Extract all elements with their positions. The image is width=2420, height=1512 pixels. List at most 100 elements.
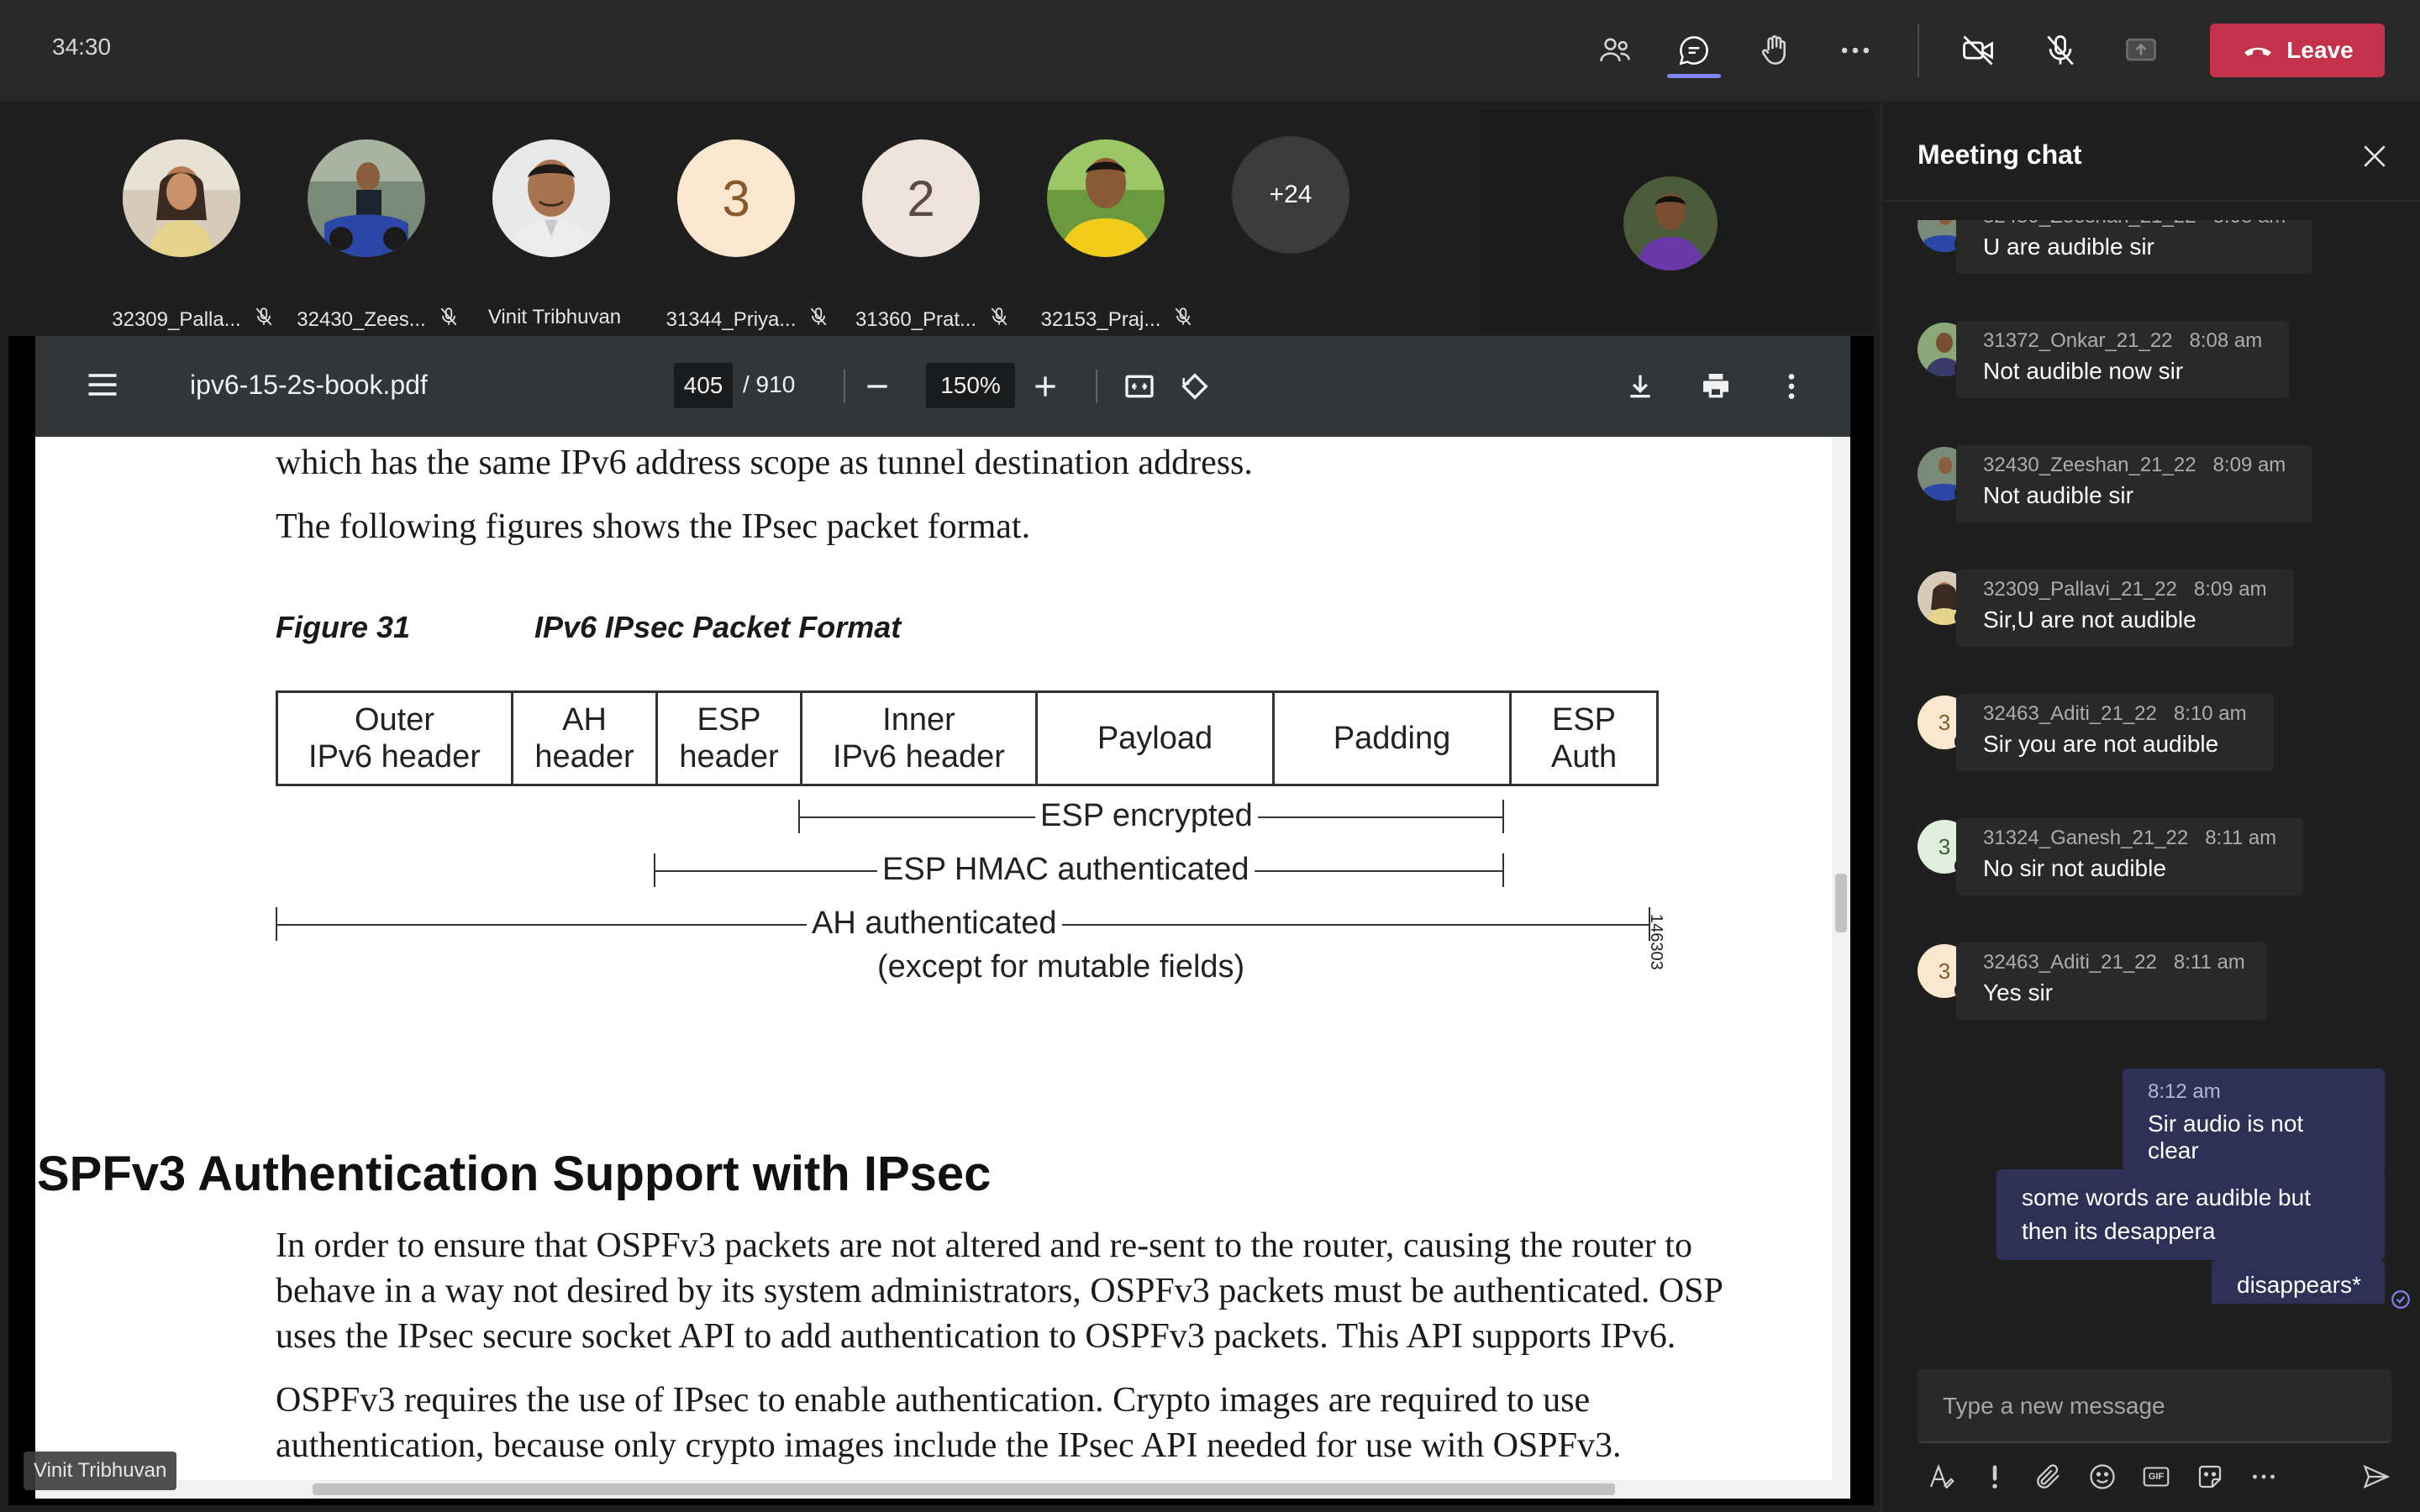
message-text: Sir audio is not clear bbox=[2148, 1110, 2304, 1163]
toolbar-divider bbox=[844, 370, 845, 403]
zoom-level[interactable]: 150% bbox=[926, 363, 1015, 408]
figure-id: 146303 bbox=[1647, 914, 1665, 970]
chat-title: Meeting chat bbox=[1918, 139, 2082, 170]
message-time: 8:11 am bbox=[2205, 827, 2277, 849]
fit-page-icon[interactable] bbox=[1119, 366, 1160, 407]
participant-tile[interactable]: 32309_Palla... bbox=[92, 139, 277, 331]
chat-active-indicator bbox=[1667, 74, 1721, 78]
toolbar-divider bbox=[1096, 370, 1097, 403]
message-bubble[interactable]: 32463_Aditi_21_22 8:11 am Yes sir bbox=[1956, 942, 2267, 1020]
message-time: 8:12 am bbox=[2148, 1080, 2221, 1103]
emoji-icon[interactable] bbox=[2086, 1460, 2119, 1494]
self-view bbox=[1479, 109, 1874, 333]
compose-toolbar: GIF bbox=[1918, 1455, 2405, 1499]
compose-box bbox=[1918, 1369, 2391, 1443]
pdf-toolbar: ipv6-15-2s-book.pdf 405 / 910 150% bbox=[35, 336, 1850, 437]
leave-label: Leave bbox=[2286, 37, 2354, 63]
mic-muted-icon bbox=[253, 306, 275, 333]
gif-icon[interactable]: GIF bbox=[2139, 1460, 2173, 1494]
participant-tile[interactable]: 32430_Zees... bbox=[277, 139, 462, 331]
sticker-icon[interactable] bbox=[2193, 1460, 2227, 1494]
send-icon[interactable] bbox=[2360, 1460, 2393, 1494]
rotate-icon[interactable] bbox=[1175, 366, 1215, 407]
more-options-icon[interactable] bbox=[2247, 1460, 2281, 1494]
scrollbar-thumb[interactable] bbox=[1835, 874, 1847, 932]
zoom-in-icon[interactable] bbox=[1025, 366, 1065, 407]
more-options-icon[interactable] bbox=[1771, 366, 1812, 407]
people-icon[interactable] bbox=[1590, 25, 1640, 76]
avatar: 3 bbox=[677, 139, 795, 257]
participant-name: 31360_Prat... bbox=[855, 307, 977, 331]
message-time: 8:09 am bbox=[2193, 578, 2267, 601]
raise-hand-icon[interactable] bbox=[1749, 25, 1800, 76]
mic-muted-icon bbox=[438, 306, 460, 333]
participant-name: 32153_Praj... bbox=[1040, 307, 1161, 331]
attach-icon[interactable] bbox=[2032, 1460, 2065, 1494]
message-bubble[interactable]: 32463_Aditi_21_22 8:10 am Sir you are not… bbox=[1956, 694, 2274, 771]
avatar bbox=[1047, 139, 1165, 257]
presenter-name-tag: Vinit Tribhuvan bbox=[24, 1452, 177, 1490]
important-icon[interactable] bbox=[1978, 1460, 2012, 1494]
format-icon[interactable] bbox=[1924, 1460, 1958, 1494]
message-bubble[interactable]: 31372_Onkar_21_22 8:08 am Not audible now… bbox=[1956, 321, 2290, 398]
participant-tile[interactable]: 32153_Praj... bbox=[1017, 139, 1202, 331]
leave-button[interactable]: Leave bbox=[2210, 24, 2385, 77]
message-text: U are audible sir bbox=[1983, 234, 2154, 260]
zoom-out-icon[interactable] bbox=[857, 366, 897, 407]
participant-tile[interactable]: 2 31360_Prat... bbox=[832, 139, 1017, 331]
divider bbox=[1882, 200, 2420, 202]
my-message[interactable]: 8:12 am Sir audio is not clear bbox=[2123, 1068, 2385, 1176]
packet-cell: AH header bbox=[513, 693, 658, 784]
close-icon[interactable] bbox=[2358, 139, 2391, 173]
meeting-timer: 34:30 bbox=[52, 34, 112, 60]
message-bubble[interactable]: 32430_Zeeshan_21_22 8:08 am U are audible… bbox=[1956, 220, 2313, 274]
sender-name: 31372_Onkar_21_22 bbox=[1983, 329, 2173, 352]
print-icon[interactable] bbox=[1696, 366, 1736, 407]
mic-muted-icon bbox=[988, 306, 1010, 333]
scrollbar-thumb[interactable] bbox=[313, 1483, 1615, 1495]
message-bubble[interactable]: 32430_Zeeshan_21_22 8:09 am Not audible s… bbox=[1956, 445, 2313, 522]
paragraph-line: OSPFv3 requires the use of IPsec to enab… bbox=[276, 1381, 1591, 1420]
menu-icon[interactable] bbox=[84, 366, 121, 403]
participant-tile[interactable]: Vinit Tribhuvan bbox=[462, 139, 647, 328]
chat-icon[interactable] bbox=[1669, 25, 1719, 76]
download-icon[interactable] bbox=[1620, 366, 1660, 407]
my-message[interactable]: some words are audible but then its desa… bbox=[1996, 1169, 2385, 1260]
pdf-page: which has the same IPv6 address scope as… bbox=[35, 437, 1850, 1480]
avatar bbox=[1623, 176, 1718, 270]
chat-panel: Meeting chat 32430_Zeeshan_21_22 8:08 am … bbox=[1881, 102, 2420, 1512]
page-total: / 910 bbox=[743, 371, 796, 397]
mic-off-icon[interactable] bbox=[2035, 25, 2086, 76]
paragraph-line: The following figures shows the IPsec pa… bbox=[276, 507, 1031, 546]
message-bubble[interactable]: 31324_Ganesh_21_22 8:11 am No sir not aud… bbox=[1956, 818, 2304, 895]
page-number-input[interactable]: 405 bbox=[674, 363, 733, 408]
message-time: 8:09 am bbox=[2212, 454, 2286, 476]
camera-off-icon[interactable] bbox=[1953, 25, 2003, 76]
sender-name: 31324_Ganesh_21_22 bbox=[1983, 827, 2189, 849]
avatar bbox=[123, 139, 240, 257]
paragraph-line: uses the IPsec secure socket API to add … bbox=[276, 1317, 1676, 1356]
more-actions-icon[interactable] bbox=[1830, 25, 1881, 76]
packet-cell: Outer IPv6 header bbox=[278, 693, 513, 784]
gif-label: GIF bbox=[2148, 1472, 2165, 1482]
avatar bbox=[308, 139, 425, 257]
pdf-vertical-scrollbar[interactable] bbox=[1832, 437, 1850, 1480]
participant-name: 32309_Palla... bbox=[112, 307, 241, 331]
my-message[interactable]: disappears* bbox=[2212, 1260, 2385, 1304]
more-participants-button[interactable]: +24 bbox=[1232, 136, 1349, 254]
message-text: Not audible now sir bbox=[1983, 358, 2184, 384]
participant-tile[interactable]: 3 31344_Priya... bbox=[647, 139, 832, 331]
pdf-horizontal-scrollbar[interactable] bbox=[35, 1480, 1850, 1499]
message-text: disappears* bbox=[2237, 1272, 2361, 1298]
packet-cell: ESP Auth bbox=[1550, 702, 1618, 774]
share-screen-icon[interactable] bbox=[2116, 25, 2166, 76]
packet-cell: Padding bbox=[1275, 693, 1512, 784]
message-input[interactable] bbox=[1943, 1388, 2363, 1425]
read-receipt-icon bbox=[2391, 1290, 2410, 1309]
message-text: Sir,U are not audible bbox=[1983, 606, 2196, 633]
sender-name: 32463_Aditi_21_22 bbox=[1983, 702, 2157, 725]
message-text: Yes sir bbox=[1983, 979, 2054, 1005]
message-time: 8:08 am bbox=[2189, 329, 2263, 352]
message-bubble[interactable]: 32309_Pallavi_21_22 8:09 am Sir,U are not… bbox=[1956, 570, 2294, 647]
participant-name: 31344_Priya... bbox=[666, 307, 797, 331]
